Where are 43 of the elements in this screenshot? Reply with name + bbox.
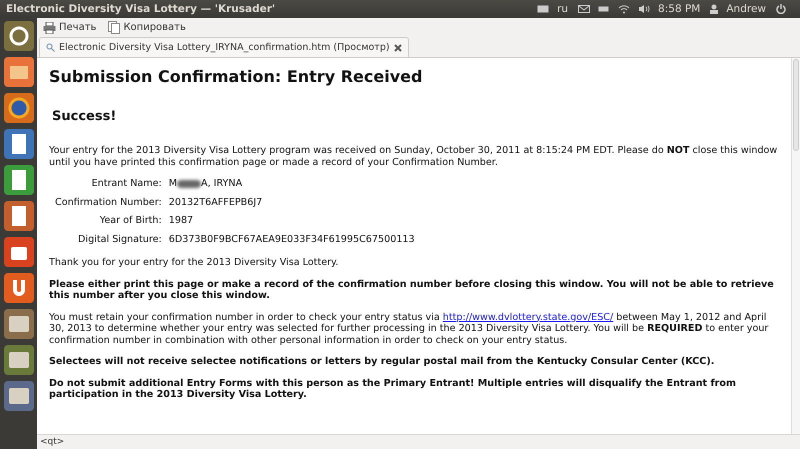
printer-icon	[43, 22, 56, 34]
document-icon[interactable]	[2, 128, 34, 160]
u-letter-icon[interactable]	[2, 272, 34, 304]
paragraph: Selectees will not receive selectee notifications or letters by regular postal mail from the Kentucky Consular Center (KCC).	[49, 356, 716, 368]
window-title: Electronic Diversity Visa Lottery — 'Krusader'	[6, 3, 276, 15]
presentation-icon[interactable]	[2, 200, 34, 232]
clock[interactable]: 8:58 PM	[658, 3, 700, 15]
user-icon[interactable]	[710, 4, 718, 14]
paragraph: Please either print this page or make a record of the confirmation number before closing this window. You will not be able to retrieve this number after you close this window.	[49, 278, 775, 302]
field-value: M	[168, 178, 178, 190]
field-label: Year of Birth:	[98, 215, 162, 226]
field-label: Digital Signature:	[77, 234, 162, 245]
copy-button[interactable]: Копировать	[106, 21, 188, 34]
volume-icon[interactable]	[638, 4, 650, 14]
close-icon[interactable]	[394, 44, 402, 52]
page-heading: Submission Confirmation: Entry Received	[49, 67, 424, 87]
scrollbar-thumb[interactable]	[793, 59, 799, 151]
ubuntu-logo-icon[interactable]	[2, 20, 34, 52]
field-label: Entrant Name:	[90, 178, 162, 190]
link[interactable]: http://www.dvlottery.state.gov/ESC/	[442, 312, 614, 322]
power-icon[interactable]	[776, 4, 786, 14]
field-label: Confirmation Number:	[55, 196, 162, 208]
field-value: 1987	[168, 215, 194, 226]
success-heading: Success!	[52, 109, 118, 125]
paragraph: You must retain your confirmation number in order to check your entry status via http://www.dvlottery.state.gov/ESC/ between May 1, 2012 and April 30, 2013 to determine whether your entry was selected for further processing in the 2013 Diversity Visa Lottery. You will be REQUIRED to enter your confirmation number in combination with other personal information in order to check on your entry status.	[49, 312, 770, 346]
magnifier-icon	[46, 43, 55, 52]
paragraph: Thank you for your entry for the 2013 Diversity Visa Lottery.	[49, 257, 340, 268]
paragraph: Your entry for the 2013 Diversity Visa Lottery program was received on Sunday, October 30, 2011 at 8:15:24 PM EDT. Please do NOT close this window until you have printed this confirmation page or made a record of your Confirmation Number.	[49, 145, 778, 168]
print-button[interactable]: Печать	[41, 22, 98, 34]
globe-icon[interactable]	[2, 92, 34, 124]
folder-icon[interactable]	[2, 56, 34, 88]
field-value: 20132T6AFFEPB6J7	[168, 196, 262, 208]
wifi-icon[interactable]	[618, 4, 630, 14]
user-name[interactable]: Andrew	[726, 3, 766, 15]
copy-icon	[108, 21, 120, 34]
keyboard-layout[interactable]: ru	[557, 3, 568, 15]
tab[interactable]: Electronic Diversity Visa Lottery_IRYNA_confirmation.htm (Просмотр)	[39, 37, 409, 57]
spreadsheet-icon[interactable]	[2, 164, 34, 196]
status-text: <qt>	[37, 434, 800, 449]
envelope-icon[interactable]	[578, 4, 590, 14]
paragraph: Do not submit additional Entry Forms with this person as the Primary Entrant! Multiple entries will disqualify the Entrant from participation in the 2013 Diversity Visa Lottery.	[49, 378, 737, 400]
field-value: A, IRYNA	[201, 178, 242, 190]
field-value: 6D373B0F9BCF67AEA9E033F34F61995C67500113	[168, 234, 415, 245]
